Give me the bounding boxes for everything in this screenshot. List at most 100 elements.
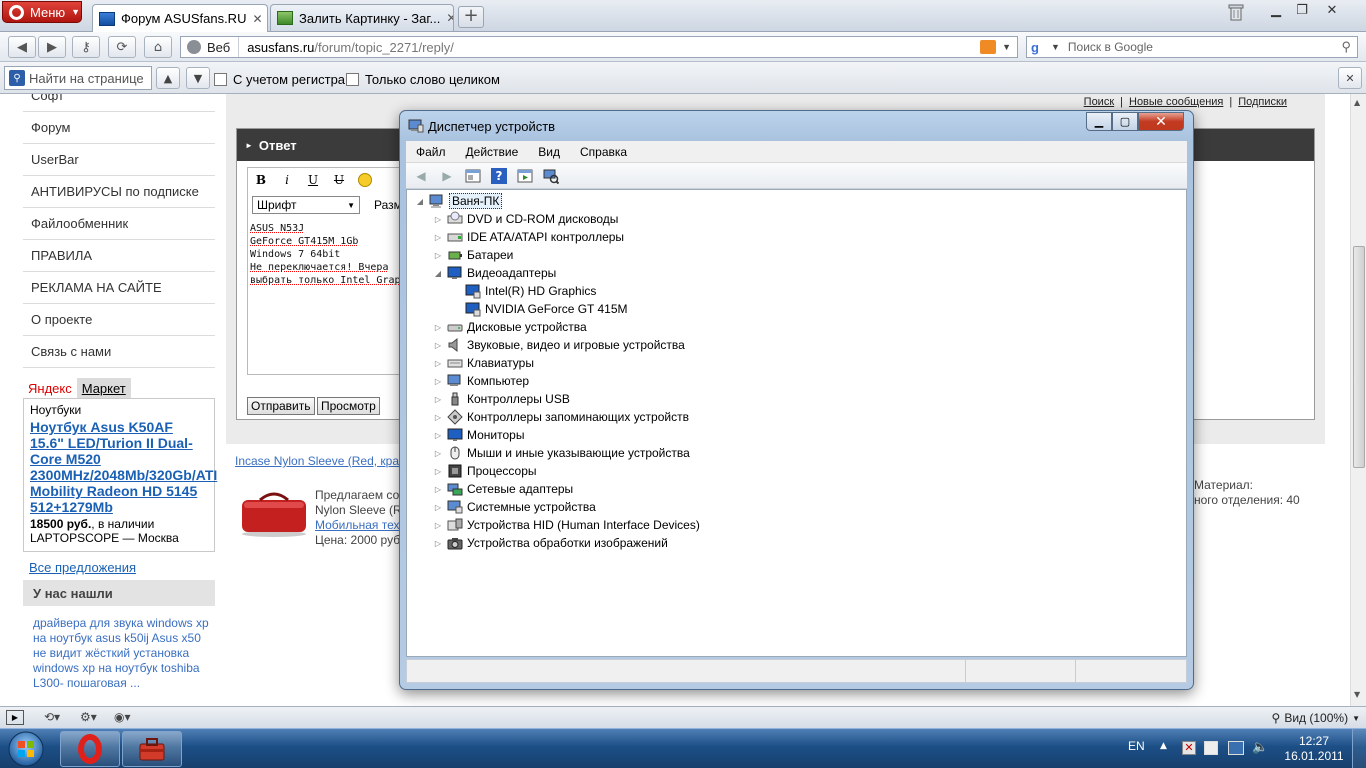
page-scrollbar[interactable]: ▲ ▼ [1350,94,1366,706]
tree-category[interactable]: ▷ Контроллеры USB [433,390,570,408]
tree-category[interactable]: ▷ Процессоры [433,462,537,480]
tree-root-computer[interactable]: ◢ Ваня-ПК [415,192,503,210]
smiley-icon[interactable] [354,170,376,190]
expand-arrow-icon[interactable]: ▷ [433,502,443,512]
find-input[interactable]: ⚲ Найти на странице [4,66,152,90]
checkbox-box[interactable] [346,73,359,86]
back-arrow-icon[interactable]: ◀ [412,167,430,185]
unite-icon[interactable]: ⚙▾ [80,710,97,724]
forward-button[interactable]: ▶ [38,36,66,58]
removable-device-icon[interactable] [1204,741,1218,755]
tab-asusfans[interactable]: Форум ASUSfans.RU ✕ [92,4,268,32]
expand-arrow-icon[interactable]: ▷ [433,358,443,368]
tree-category[interactable]: ▷ IDE ATA/ATAPI контроллеры [433,228,624,246]
home-button[interactable]: ⌂ [144,36,172,58]
close-tab-icon[interactable]: ✕ [252,12,262,26]
search-link[interactable]: Поиск [1084,96,1114,108]
address-bar[interactable]: Веб asusfans.ru/forum/topic_2271/reply/ … [180,36,1018,58]
checkbox-box[interactable] [214,73,227,86]
tab-image-upload[interactable]: Залить Картинку - Заг... ✕ [270,4,454,31]
opera-menu-button[interactable]: Меню ▼ [2,1,82,23]
collapse-arrow-icon[interactable]: ◢ [433,268,443,278]
size-select[interactable]: Разм [374,196,402,214]
maximize-icon[interactable]: ▢ [1112,112,1138,131]
tree-category[interactable]: ▷ Системные устройства [433,498,596,516]
tree-category[interactable]: ▷ Контроллеры запоминающих устройств [433,408,689,426]
expand-arrow-icon[interactable]: ▷ [433,448,443,458]
tree-category[interactable]: ▷ Дисковые устройства [433,318,587,336]
find-previous-button[interactable]: ▲ [156,67,180,89]
new-messages-link[interactable]: Новые сообщения [1129,96,1223,108]
expand-arrow-icon[interactable]: ▷ [433,340,443,350]
search-icon[interactable]: ⚲ [1341,39,1351,55]
whole-word-checkbox[interactable]: Только слово целиком [346,72,500,87]
sidebar-item-fileshare[interactable]: Файлообменник [23,208,215,240]
minimize-icon[interactable]: ▁ [1262,0,1290,20]
show-hidden-icons[interactable]: ▲ [1160,741,1167,751]
font-select[interactable]: Шрифт ▼ [252,196,360,214]
tree-category[interactable]: ▷ Сетевые адаптеры [433,480,573,498]
taskbar-opera[interactable] [60,731,120,767]
expand-arrow-icon[interactable]: ▷ [433,430,443,440]
reload-button[interactable]: ⟳ [108,36,136,58]
preview-button[interactable]: Просмотр [317,397,380,415]
sidebar-item-contact[interactable]: Связь с нами [23,336,215,368]
sidebar-item-ads[interactable]: РЕКЛАМА НА САЙТЕ [23,272,215,304]
trash-icon[interactable] [1222,2,1250,22]
properties-icon[interactable] [464,167,482,185]
close-window-icon[interactable]: ✕ [1318,0,1346,20]
tree-category[interactable]: ▷ Батареи [433,246,513,264]
all-offers-link[interactable]: Все предложения [29,560,136,575]
tree-category[interactable]: ▷ Устройства обработки изображений [433,534,668,552]
network-icon[interactable] [1228,741,1244,755]
tree-category[interactable]: ▷ Мыши и иные указывающие устройства [433,444,690,462]
ad-title-link[interactable]: Ноутбук Asus K50AF 15.6" LED/Turion II D… [30,419,217,515]
expand-arrow-icon[interactable]: ▷ [433,214,443,224]
collapse-arrow-icon[interactable]: ◢ [415,196,425,206]
zoom-control[interactable]: ⚲ Вид (100%) ▼ [1272,709,1360,727]
expand-arrow-icon[interactable]: ▷ [433,484,443,494]
show-desktop-button[interactable] [1352,729,1366,768]
underline-button[interactable]: U [302,170,324,190]
run-icon[interactable] [516,167,534,185]
subscriptions-link[interactable]: Подписки [1238,96,1287,108]
menu-help[interactable]: Справка [570,145,637,159]
bold-button[interactable]: B [250,170,272,190]
menu-file[interactable]: Файл [406,145,456,159]
sidebar-item-antivirus[interactable]: АНТИВИРУСЫ по подписке [23,176,215,208]
sidebar-item-rules[interactable]: ПРАВИЛА [23,240,215,272]
back-button[interactable]: ◀ [8,36,36,58]
expand-arrow-icon[interactable]: ▷ [433,520,443,530]
match-case-checkbox[interactable]: С учетом регистра [214,72,345,87]
turbo-icon[interactable]: ⟲▾ [44,710,60,724]
volume-icon[interactable]: 🔈 [1252,740,1268,755]
help-icon[interactable]: ? [490,167,508,185]
clock[interactable]: 12:27 16.01.2011 [1282,734,1346,764]
minimize-icon[interactable]: ▁ [1086,112,1112,131]
scan-hardware-icon[interactable] [542,167,560,185]
taskbar-toolbox[interactable] [122,731,182,767]
red-laptop-bag-image[interactable] [238,490,310,538]
scroll-thumb[interactable] [1353,246,1365,468]
panel-toggle-icon[interactable]: ▶ [6,710,24,725]
expand-arrow-icon[interactable]: ▷ [433,466,443,476]
speed-dial-icon[interactable]: ◉▾ [114,710,131,724]
expand-arrow-icon[interactable]: ▷ [433,232,443,242]
editor-text[interactable]: ASUS N53J GeForce GT415M 1Gb Windows 7 64b… [250,222,401,287]
restore-icon[interactable]: ❐ [1288,0,1316,20]
tab-market[interactable]: Маркет [76,378,131,398]
product-category-link[interactable]: Мобильная тех [315,518,402,533]
sidebar-item-soft[interactable]: Софт [23,94,215,112]
product-link[interactable]: Incase Nylon Sleeve (Red, кра [235,454,399,468]
chevron-down-icon[interactable]: ▼ [1002,42,1011,52]
google-icon[interactable]: g [1031,39,1047,55]
found-list[interactable]: драйвера для звука windows xp на ноутбук… [33,616,213,691]
rss-icon[interactable] [980,40,997,54]
tree-device[interactable]: NVIDIA GeForce GT 415M [451,300,628,318]
flag-icon[interactable]: ✕ [1182,741,1196,755]
forward-arrow-icon[interactable]: ▶ [438,167,456,185]
expand-arrow-icon[interactable]: ▷ [433,412,443,422]
expand-arrow-icon[interactable]: ▷ [433,322,443,332]
expand-arrow-icon[interactable]: ▷ [433,538,443,548]
close-tab-icon[interactable]: ✕ [446,11,453,25]
